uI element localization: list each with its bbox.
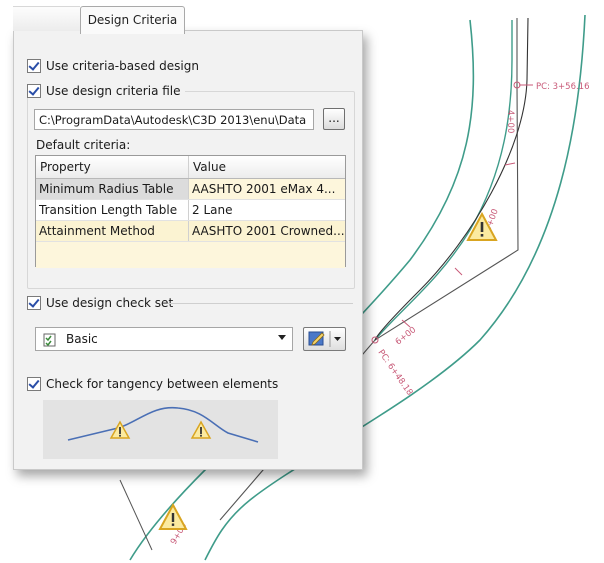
default-criteria-label: Default criteria: [36,138,131,152]
checkbox-checked[interactable] [27,84,41,98]
checkbox-checked[interactable] [27,377,41,391]
separator [168,303,353,304]
check-tangency-option[interactable]: Check for tangency between elements [27,377,278,391]
edit-check-set-button[interactable] [303,327,346,351]
option-label: Check for tangency between elements [46,377,279,391]
check-set-dropdown[interactable]: Basic [35,327,293,351]
check-set-icon [43,333,56,347]
use-design-criteria-file-option[interactable]: Use design criteria file [24,84,185,98]
alignment-centerline-green [374,20,513,341]
station-tick [504,162,516,166]
default-criteria-grid[interactable]: Property Value Minimum Radius Table AASH… [35,155,346,268]
browse-button[interactable]: ... [323,108,345,130]
grid-header: Property Value [36,156,345,179]
property-cell: Transition Length Table [36,200,189,220]
option-label: Use design check set [46,296,174,310]
station-label-4: 4+00 [505,110,515,133]
station-label-pc-top: PC: 3+56.16 [536,82,590,92]
edit-check-set-icon [308,331,341,347]
warning-icon [190,420,212,439]
checkbox-checked[interactable] [27,296,41,310]
value-cell[interactable]: AASHTO 2001 eMax 4... [189,179,345,199]
checkbox-checked[interactable] [27,59,41,73]
value-cell[interactable]: AASHTO 2001 Crowned... [189,221,345,241]
check-set-selected-value: Basic [66,332,98,346]
station-label-6: 6+00 [394,325,419,347]
use-design-check-set-option[interactable]: Use design check set [27,296,173,310]
station-tick [454,267,463,276]
tangency-preview [43,400,278,459]
warning-icon[interactable] [158,502,188,530]
tab-strip [13,6,80,31]
table-row[interactable]: Attainment Method AASHTO 2001 Crowned... [36,221,345,242]
column-header-value[interactable]: Value [189,156,345,178]
empty-grid-area [36,242,345,268]
alignment-extension [119,479,153,551]
tangency-diagram [67,406,259,443]
option-label: Use criteria-based design [46,59,199,73]
tab-design-criteria[interactable]: Design Criteria [80,6,185,34]
option-label: Use design criteria file [46,84,181,98]
criteria-file-path-field[interactable]: C:\ProgramData\Autodesk\C3D 2013\enu\Dat… [34,109,314,130]
column-header-property[interactable]: Property [36,156,189,178]
value-cell[interactable]: 2 Lane [189,200,345,220]
chevron-down-icon [278,335,286,340]
table-row[interactable]: Minimum Radius Table AASHTO 2001 eMax 4.… [36,179,345,200]
table-row[interactable]: Transition Length Table 2 Lane [36,200,345,221]
property-cell: Minimum Radius Table [36,179,189,199]
property-cell: Attainment Method [36,221,189,241]
station-label-pc-mid: PC: 6+48.18 [376,348,415,398]
use-criteria-based-design-option[interactable]: Use criteria-based design [27,59,199,73]
